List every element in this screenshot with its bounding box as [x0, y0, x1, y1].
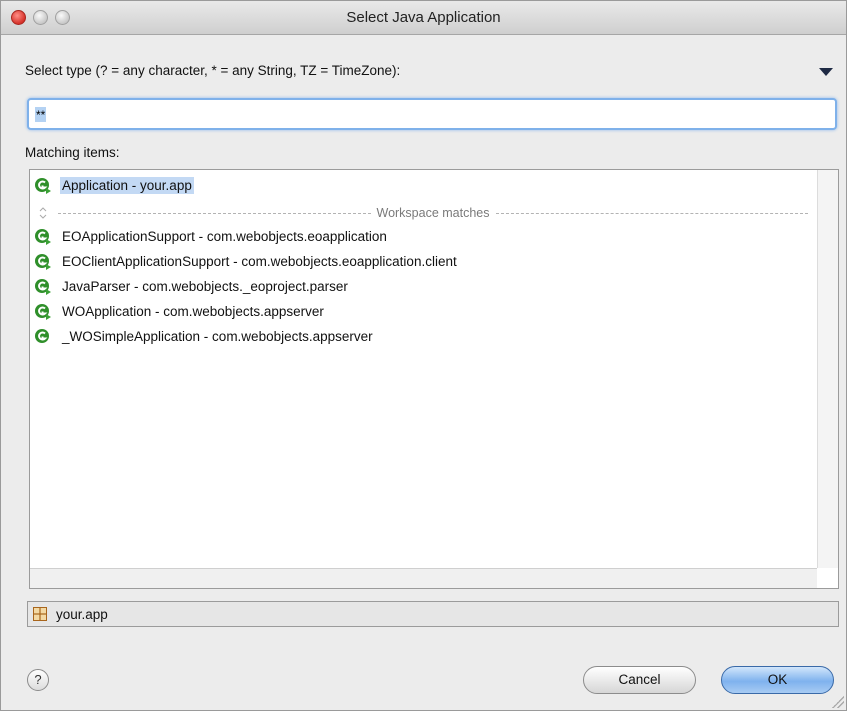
- select-type-label: Select type (? = any character, * = any …: [25, 63, 401, 78]
- list-item-label: Application - your.app: [60, 177, 194, 194]
- list-content: Application - your.app Workspace matches…: [30, 170, 818, 568]
- list-item-label: JavaParser - com.webobjects._eoproject.p…: [62, 279, 348, 294]
- list-item[interactable]: EOClientApplicationSupport - com.webobje…: [34, 249, 459, 274]
- status-bar: your.app: [27, 601, 839, 627]
- list-item[interactable]: _WOSimpleApplication - com.webobjects.ap…: [34, 324, 375, 349]
- list-item[interactable]: JavaParser - com.webobjects._eoproject.p…: [34, 274, 350, 299]
- scroll-corner: [817, 568, 838, 588]
- list-item-label: EOClientApplicationSupport - com.webobje…: [62, 254, 457, 269]
- help-button[interactable]: ?: [27, 669, 49, 691]
- java-application-icon: [35, 177, 51, 194]
- list-item-selected[interactable]: Application - your.app: [34, 173, 194, 198]
- filter-field[interactable]: **: [27, 98, 837, 130]
- matching-items-label: Matching items:: [25, 145, 120, 160]
- horizontal-scrollbar[interactable]: [30, 568, 818, 588]
- package-icon: [33, 607, 47, 621]
- window-title: Select Java Application: [346, 9, 501, 26]
- view-menu-icon[interactable]: [819, 68, 833, 76]
- matching-items-list[interactable]: Application - your.app Workspace matches…: [29, 169, 839, 589]
- java-application-icon: [35, 253, 51, 270]
- workspace-matches-separator: Workspace matches: [34, 204, 814, 222]
- selected-package-label: your.app: [56, 606, 108, 622]
- java-application-icon: [35, 278, 51, 295]
- ok-button[interactable]: OK: [721, 666, 834, 694]
- list-item-label: EOApplicationSupport - com.webobjects.eo…: [62, 229, 387, 244]
- java-application-icon: [35, 328, 49, 343]
- filter-input-value: **: [35, 107, 47, 122]
- separator-line-left: [58, 212, 371, 214]
- list-item[interactable]: WOApplication - com.webobjects.appserver: [34, 299, 326, 324]
- separator-chevron-icon: [39, 207, 47, 219]
- list-item-label: _WOSimpleApplication - com.webobjects.ap…: [62, 329, 373, 344]
- list-item[interactable]: EOApplicationSupport - com.webobjects.eo…: [34, 224, 389, 249]
- title-bar[interactable]: Select Java Application: [1, 1, 846, 35]
- java-application-icon: [35, 228, 51, 245]
- separator-line-right: [495, 212, 809, 214]
- resize-grip[interactable]: [832, 696, 844, 708]
- java-application-icon: [35, 303, 51, 320]
- separator-label: Workspace matches: [376, 206, 490, 220]
- list-item-label: WOApplication - com.webobjects.appserver: [62, 304, 324, 319]
- vertical-scrollbar[interactable]: [817, 170, 838, 568]
- cancel-button[interactable]: Cancel: [583, 666, 696, 694]
- filter-input[interactable]: [29, 100, 835, 128]
- dialog-window: Select Java Application Select type (? =…: [0, 0, 847, 711]
